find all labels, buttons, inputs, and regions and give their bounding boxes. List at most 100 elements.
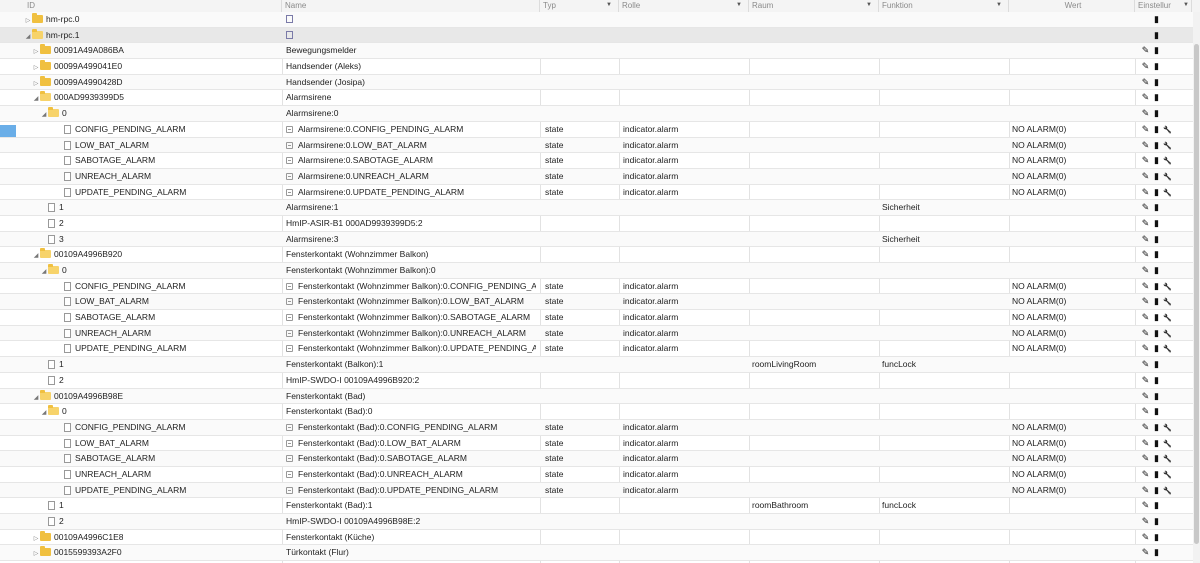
trash-icon[interactable]: ▮	[1151, 451, 1162, 466]
trash-icon[interactable]: ▮	[1151, 373, 1162, 388]
name-cell[interactable]	[286, 12, 536, 27]
name-cell[interactable]: Handsender (Aleks)	[286, 59, 536, 74]
name-cell[interactable]: HmIP-SWDO-I 00109A4996B98E:2	[286, 514, 536, 529]
id-cell[interactable]: 2	[40, 216, 64, 231]
table-row[interactable]: 2 HmIP-ASIR-B1 000AD9939399D5:2 ✎ ▮	[0, 216, 1200, 232]
table-row[interactable]: CONFIG_PENDING_ALARM Fensterkontakt (Wohn…	[0, 279, 1200, 295]
expand-toggle-icon[interactable]: ▷	[32, 547, 40, 560]
col-header-einstellungen[interactable]: Einstellur ▼	[1135, 0, 1192, 12]
name-cell[interactable]: Alarmsirene:1	[286, 200, 536, 215]
table-row[interactable]: ◢ 00109A4996B98E Fensterkontakt (Bad) ✎ ▮	[0, 388, 1200, 405]
name-cell[interactable]: Fensterkontakt (Bad):0.LOW_BAT_ALARM	[286, 436, 536, 451]
id-cell[interactable]: SABOTAGE_ALARM	[56, 310, 155, 325]
table-row[interactable]: 1 Fensterkontakt (Balkon):1 roomLivingRoom…	[0, 357, 1200, 373]
pencil-icon[interactable]: ✎	[1140, 247, 1151, 262]
pencil-icon[interactable]: ✎	[1140, 90, 1151, 105]
id-cell[interactable]: UNREACH_ALARM	[56, 467, 151, 482]
name-cell[interactable]: HmIP-ASIR-B1 000AD9939399D5:2	[286, 216, 536, 231]
trash-icon[interactable]: ▮	[1151, 263, 1162, 278]
trash-icon[interactable]: ▮	[1151, 232, 1162, 247]
table-row[interactable]: ▷ 00109A4996C1E8 Fensterkontakt (Küche) ✎ ▮	[0, 530, 1200, 546]
collapse-toggle-icon[interactable]: ◢	[32, 92, 40, 105]
dropdown-arrow-icon[interactable]: ▼	[606, 0, 612, 11]
name-cell[interactable]: Fensterkontakt (Wohnzimmer Balkon):0.UPD…	[286, 341, 536, 356]
id-cell[interactable]: SABOTAGE_ALARM	[56, 451, 155, 466]
pencil-icon[interactable]: ✎	[1140, 530, 1151, 545]
wrench-icon[interactable]: 🔧	[1162, 468, 1173, 483]
table-row[interactable]: 1 Fensterkontakt (Bad):1 roomBathroom funcL…	[0, 498, 1200, 514]
id-cell[interactable]: ◢ 0	[40, 404, 67, 419]
table-row[interactable]: ▷ hm-rpc.0 ▮	[0, 12, 1200, 28]
trash-icon[interactable]: ▮	[1151, 467, 1162, 482]
pencil-icon[interactable]: ✎	[1140, 216, 1151, 231]
table-row[interactable]: ▷ 0015599393A2F0 Türkontakt (Flur) ✎ ▮	[0, 545, 1200, 562]
table-row[interactable]: ▷ 00099A4990428D Handsender (Josipa) ✎ ▮	[0, 74, 1200, 91]
id-cell[interactable]: ◢ 0	[40, 106, 67, 121]
pencil-icon[interactable]: ✎	[1140, 483, 1151, 498]
pencil-icon[interactable]: ✎	[1140, 467, 1151, 482]
pencil-icon[interactable]: ✎	[1140, 436, 1151, 451]
name-cell[interactable]: Fensterkontakt (Bad):0.CONFIG_PENDING_AL…	[286, 420, 536, 435]
pencil-icon[interactable]: ✎	[1140, 389, 1151, 404]
pencil-icon[interactable]: ✎	[1140, 357, 1151, 372]
dropdown-arrow-icon[interactable]: ▼	[1183, 0, 1189, 11]
col-header-funktion[interactable]: Funktion ▼	[879, 0, 1009, 12]
name-cell[interactable]: Türkontakt (Flur)	[286, 545, 536, 560]
collapse-toggle-icon[interactable]: ◢	[32, 391, 40, 404]
wrench-icon[interactable]: 🔧	[1162, 421, 1173, 436]
trash-icon[interactable]: ▮	[1151, 530, 1162, 545]
col-header-typ[interactable]: Typ ▼	[540, 0, 619, 12]
wrench-icon[interactable]: 🔧	[1162, 452, 1173, 467]
id-cell[interactable]: LOW_BAT_ALARM	[56, 294, 149, 309]
trash-icon[interactable]: ▮	[1151, 294, 1162, 309]
id-cell[interactable]: ◢ 00109A4996B98E	[32, 389, 123, 404]
trash-icon[interactable]: ▮	[1151, 200, 1162, 215]
id-cell[interactable]: LOW_BAT_ALARM	[56, 436, 149, 451]
id-cell[interactable]: UNREACH_ALARM	[56, 169, 151, 184]
name-cell[interactable]: Alarmsirene:0.CONFIG_PENDING_ALARM	[286, 122, 536, 137]
id-cell[interactable]: SABOTAGE_ALARM	[56, 153, 155, 168]
id-cell[interactable]: 1	[40, 357, 64, 372]
id-cell[interactable]: ▷ 00091A49A086BA	[32, 43, 124, 58]
collapse-toggle-icon[interactable]: ◢	[32, 249, 40, 262]
collapse-toggle-icon[interactable]: ◢	[24, 30, 32, 43]
name-cell[interactable]: Fensterkontakt (Wohnzimmer Balkon):0	[286, 263, 536, 278]
table-row[interactable]: 1 Alarmsirene:1 Sicherheit ✎ ▮	[0, 200, 1200, 216]
pencil-icon[interactable]: ✎	[1140, 279, 1151, 294]
trash-icon[interactable]: ▮	[1151, 122, 1162, 137]
trash-icon[interactable]: ▮	[1151, 404, 1162, 419]
name-cell[interactable]: Fensterkontakt (Wohnzimmer Balkon):0.CON…	[286, 279, 536, 294]
pencil-icon[interactable]: ✎	[1140, 185, 1151, 200]
pencil-icon[interactable]: ✎	[1140, 420, 1151, 435]
name-cell[interactable]: Fensterkontakt (Wohnzimmer Balkon):0.LOW…	[286, 294, 536, 309]
name-cell[interactable]: Fensterkontakt (Wohnzimmer Balkon)	[286, 247, 536, 262]
trash-icon[interactable]: ▮	[1151, 514, 1162, 529]
dropdown-arrow-icon[interactable]: ▼	[736, 0, 742, 11]
table-row[interactable]: UPDATE_PENDING_ALARM Alarmsirene:0.UPDATE…	[0, 185, 1200, 201]
id-cell[interactable]: UPDATE_PENDING_ALARM	[56, 185, 186, 200]
pencil-icon[interactable]: ✎	[1140, 169, 1151, 184]
pencil-icon[interactable]: ✎	[1140, 75, 1151, 90]
name-cell[interactable]: Alarmsirene:0	[286, 106, 536, 121]
table-row[interactable]: ▷ 00099A499041E0 Handsender (Aleks) ✎ ▮	[0, 59, 1200, 75]
pencil-icon[interactable]: ✎	[1140, 545, 1151, 560]
wrench-icon[interactable]: 🔧	[1162, 295, 1173, 310]
expand-toggle-icon[interactable]: ▷	[32, 45, 40, 58]
trash-icon[interactable]: ▮	[1151, 216, 1162, 231]
trash-icon[interactable]: ▮	[1151, 436, 1162, 451]
id-cell[interactable]: UPDATE_PENDING_ALARM	[56, 483, 186, 498]
trash-icon[interactable]: ▮	[1151, 483, 1162, 498]
name-cell[interactable]: Alarmsirene	[286, 90, 536, 105]
trash-icon[interactable]: ▮	[1151, 498, 1162, 513]
trash-icon[interactable]: ▮	[1151, 169, 1162, 184]
name-cell[interactable]	[286, 28, 536, 43]
trash-icon[interactable]: ▮	[1151, 247, 1162, 262]
name-cell[interactable]: Fensterkontakt (Bad):0.UNREACH_ALARM	[286, 467, 536, 482]
id-cell[interactable]: CONFIG_PENDING_ALARM	[56, 122, 186, 137]
pencil-icon[interactable]: ✎	[1140, 200, 1151, 215]
col-header-name[interactable]: Name	[282, 0, 540, 12]
table-row[interactable]: SABOTAGE_ALARM Alarmsirene:0.SABOTAGE_ALA…	[0, 153, 1200, 169]
wrench-icon[interactable]: 🔧	[1162, 139, 1173, 154]
collapse-toggle-icon[interactable]: ◢	[40, 265, 48, 278]
wrench-icon[interactable]: 🔧	[1162, 327, 1173, 342]
